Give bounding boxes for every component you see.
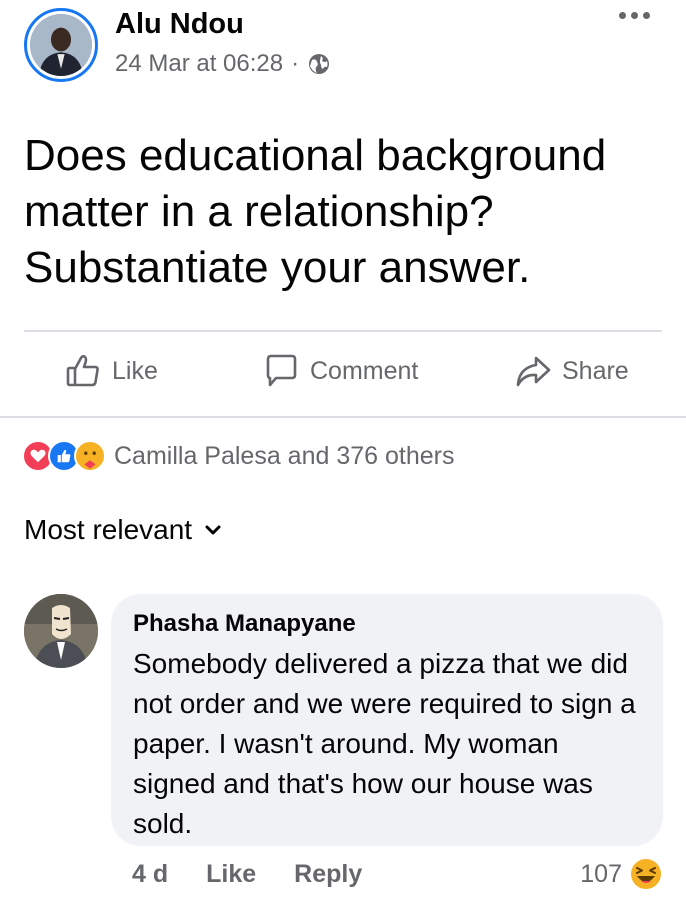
reactions-summary[interactable]: Camilla Palesa and 376 others: [22, 440, 454, 472]
commenter-name[interactable]: Phasha Manapyane: [133, 608, 641, 640]
like-button[interactable]: Like: [64, 352, 158, 390]
share-arrow-icon: [516, 356, 551, 387]
action-bar: Like Comment Share: [0, 352, 686, 402]
divider: [24, 330, 662, 332]
comment-label: Comment: [310, 356, 419, 385]
comment-reactions[interactable]: 107: [580, 856, 664, 892]
like-label: Like: [112, 356, 158, 385]
author-avatar[interactable]: [24, 8, 98, 82]
comment-text: Somebody delivered a pizza that we did n…: [133, 648, 636, 839]
comment-reaction-count: 107: [580, 859, 622, 888]
comment-bubble: Phasha Manapyane Somebody delivered a pi…: [111, 594, 663, 846]
comment-like-button[interactable]: Like: [206, 860, 256, 889]
divider: [0, 416, 686, 418]
haha-icon: [629, 857, 663, 891]
more-options-icon[interactable]: [619, 12, 650, 19]
author-photo: [30, 14, 92, 76]
share-label: Share: [562, 356, 629, 385]
reaction-icons: [22, 440, 106, 472]
comment-reply-button[interactable]: Reply: [294, 860, 362, 889]
meta-separator: ·: [291, 50, 300, 77]
post-text: Does educational background matter in a …: [24, 131, 607, 292]
share-button[interactable]: Share: [514, 352, 629, 390]
comment-button[interactable]: Comment: [262, 352, 418, 390]
post-meta: 24 Mar at 06:28 ·: [115, 50, 331, 78]
comment-time[interactable]: 4 d: [132, 860, 168, 889]
chevron-down-icon: [205, 525, 221, 535]
care-icon: [74, 440, 106, 472]
comment-sort-dropdown[interactable]: Most relevant: [24, 514, 222, 546]
commenter-avatar[interactable]: [24, 594, 98, 668]
sort-label: Most relevant: [24, 514, 193, 545]
author-name[interactable]: Alu Ndou: [115, 8, 244, 41]
reactions-text[interactable]: Camilla Palesa and 376 others: [114, 442, 454, 471]
comment-footer: 4 d Like Reply: [132, 860, 400, 889]
thumbs-up-icon: [66, 354, 99, 387]
globe-icon: [309, 54, 330, 74]
comment-icon: [266, 354, 297, 387]
post-timestamp[interactable]: 24 Mar at 06:28: [115, 50, 283, 78]
